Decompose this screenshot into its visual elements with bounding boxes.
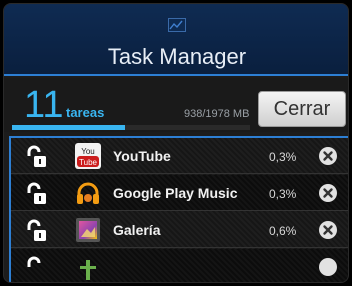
list-item[interactable] xyxy=(11,249,348,282)
app-cpu: 0,3% xyxy=(269,150,297,164)
app-icon xyxy=(75,254,101,280)
close-icon[interactable] xyxy=(319,258,337,276)
task-manager-window: Task Manager 11 tareas 938/1978 MB Cerra… xyxy=(3,3,349,283)
app-cpu: 0,3% xyxy=(269,187,297,201)
memory-bar xyxy=(12,125,250,130)
headphones-icon xyxy=(75,180,101,206)
gallery-icon xyxy=(75,217,101,243)
task-count: 11 xyxy=(24,84,64,126)
title-bar: Task Manager xyxy=(4,4,348,76)
chart-icon xyxy=(168,18,186,32)
svg-text:Tube: Tube xyxy=(79,158,97,167)
close-icon[interactable] xyxy=(319,221,337,239)
lock-icon[interactable] xyxy=(25,256,49,280)
app-cpu: 0,6% xyxy=(269,224,297,238)
stats-panel: 11 tareas 938/1978 MB Cerrar xyxy=(4,78,348,132)
task-count-label: tareas xyxy=(66,105,105,120)
lock-icon[interactable] xyxy=(25,145,49,169)
app-list: You Tube YouTube 0,3% Google Play Music … xyxy=(9,136,348,282)
list-item[interactable]: You Tube YouTube 0,3% xyxy=(11,138,348,174)
page-title: Task Manager xyxy=(107,44,247,69)
close-button[interactable]: Cerrar xyxy=(258,91,346,127)
list-item[interactable]: Google Play Music 0,3% xyxy=(11,175,348,211)
memory-usage: 938/1978 MB xyxy=(184,108,250,120)
svg-text:You: You xyxy=(81,147,95,156)
app-name: Google Play Music xyxy=(113,185,238,201)
app-name: YouTube xyxy=(113,148,171,164)
youtube-icon: You Tube xyxy=(75,143,101,169)
memory-bar-fill xyxy=(12,125,125,130)
list-item[interactable]: Galería 0,6% xyxy=(11,212,348,248)
close-icon[interactable] xyxy=(319,147,337,165)
lock-icon[interactable] xyxy=(25,219,49,243)
lock-icon[interactable] xyxy=(25,182,49,206)
close-icon[interactable] xyxy=(319,184,337,202)
app-name: Galería xyxy=(113,222,161,238)
